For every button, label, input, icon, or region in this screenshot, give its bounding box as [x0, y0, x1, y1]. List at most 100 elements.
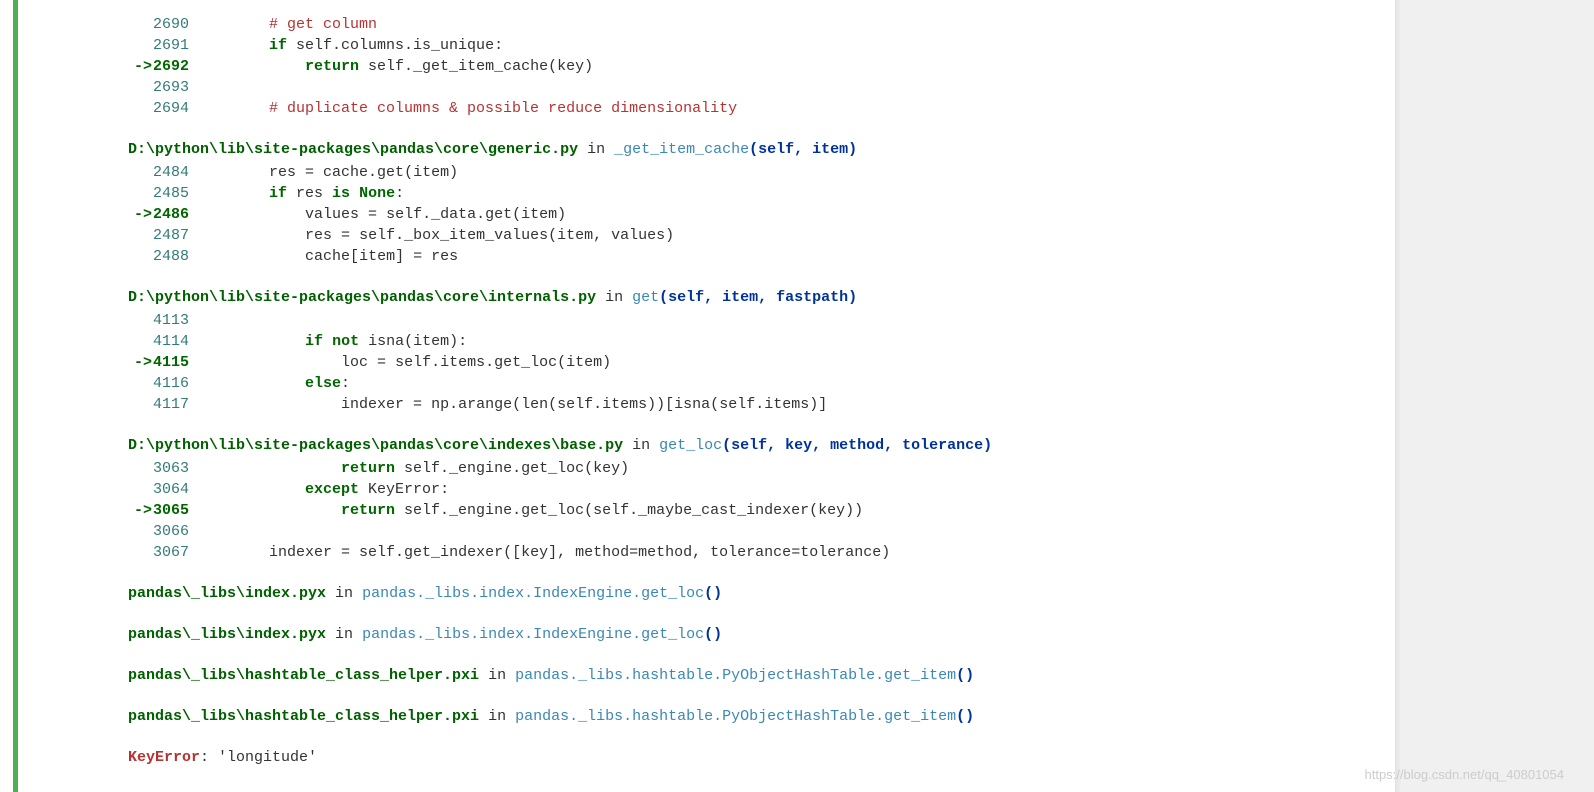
- code-text: if res is None:: [197, 183, 1375, 204]
- arrow-indicator: [128, 77, 152, 98]
- code-text: res = cache.get(item): [197, 162, 1375, 183]
- arrow-indicator: [128, 542, 152, 563]
- code-text: [197, 521, 1375, 542]
- code-text: res = self._box_item_values(item, values…: [197, 225, 1375, 246]
- in-word: in: [479, 667, 515, 684]
- code-line: 3063 return self._engine.get_loc(key): [128, 458, 1375, 479]
- in-word: in: [578, 141, 614, 158]
- arrow-indicator: [128, 35, 152, 56]
- frame-path: pandas\_libs\index.pyx: [128, 585, 326, 602]
- code-line: 2488 cache[item] = res: [128, 246, 1375, 267]
- code-text: except KeyError:: [197, 479, 1375, 500]
- frame-args: (): [956, 708, 974, 725]
- simple-frame: pandas\_libs\index.pyx in pandas._libs.i…: [128, 624, 1375, 645]
- in-word: in: [326, 585, 362, 602]
- line-number: 2693: [152, 77, 197, 98]
- frame-path: D:\python\lib\site-packages\pandas\core\…: [128, 289, 596, 306]
- code-text: if not isna(item):: [197, 331, 1375, 352]
- code-line: 2690 # get column: [128, 14, 1375, 35]
- arrow-indicator: [128, 394, 152, 415]
- in-word: in: [623, 437, 659, 454]
- line-number: 4117: [152, 394, 197, 415]
- line-number: 3063: [152, 458, 197, 479]
- line-number: 2691: [152, 35, 197, 56]
- code-line: 3064 except KeyError:: [128, 479, 1375, 500]
- code-text: return self._get_item_cache(key): [197, 56, 1375, 77]
- code-text: return self._engine.get_loc(key): [197, 458, 1375, 479]
- frame-function[interactable]: pandas._libs.index.IndexEngine.get_loc: [362, 585, 704, 602]
- line-number: 4115: [152, 352, 197, 373]
- code-text: cache[item] = res: [197, 246, 1375, 267]
- frame-function[interactable]: _get_item_cache: [614, 141, 749, 158]
- arrow-indicator: [128, 521, 152, 542]
- frame-args: (): [704, 626, 722, 643]
- arrow-indicator: ->: [128, 352, 152, 373]
- frame-function[interactable]: pandas._libs.hashtable.PyObjectHashTable…: [515, 708, 956, 725]
- in-word: in: [596, 289, 632, 306]
- code-line: 2694 # duplicate columns & possible redu…: [128, 98, 1375, 119]
- code-line: 3067 indexer = self.get_indexer([key], m…: [128, 542, 1375, 563]
- arrow-indicator: ->: [128, 56, 152, 77]
- code-text: indexer = np.arange(len(self.items))[isn…: [197, 394, 1375, 415]
- simple-frame: pandas\_libs\index.pyx in pandas._libs.i…: [128, 583, 1375, 604]
- arrow-indicator: [128, 162, 152, 183]
- code-line: ->3065 return self._engine.get_loc(self.…: [128, 500, 1375, 521]
- frame-args: (): [704, 585, 722, 602]
- line-number: 2690: [152, 14, 197, 35]
- line-number: 3065: [152, 500, 197, 521]
- line-number: 3064: [152, 479, 197, 500]
- line-number: 2692: [152, 56, 197, 77]
- arrow-indicator: [128, 479, 152, 500]
- code-line: 4114 if not isna(item):: [128, 331, 1375, 352]
- frame-function[interactable]: pandas._libs.index.IndexEngine.get_loc: [362, 626, 704, 643]
- error-name: KeyError: [128, 749, 200, 766]
- code-line: ->2486 values = self._data.get(item): [128, 204, 1375, 225]
- frame-path: D:\python\lib\site-packages\pandas\core\…: [128, 437, 623, 454]
- code-text: loc = self.items.get_loc(item): [197, 352, 1375, 373]
- line-number: 2488: [152, 246, 197, 267]
- arrow-indicator: [128, 246, 152, 267]
- code-text: else:: [197, 373, 1375, 394]
- line-number: 4114: [152, 331, 197, 352]
- code-text: [197, 77, 1375, 98]
- error-line: KeyError: 'longitude': [128, 747, 1375, 768]
- code-text: if self.columns.is_unique:: [197, 35, 1375, 56]
- code-line: 3066: [128, 521, 1375, 542]
- error-message: 'longitude': [218, 749, 317, 766]
- arrow-indicator: [128, 331, 152, 352]
- frame-function[interactable]: get: [632, 289, 659, 306]
- line-number: 2694: [152, 98, 197, 119]
- frame-args: (self, key, method, tolerance): [722, 437, 992, 454]
- arrow-indicator: [128, 98, 152, 119]
- code-line: 2487 res = self._box_item_values(item, v…: [128, 225, 1375, 246]
- frame-path: pandas\_libs\hashtable_class_helper.pxi: [128, 667, 479, 684]
- code-line: 4117 indexer = np.arange(len(self.items)…: [128, 394, 1375, 415]
- code-text: # duplicate columns & possible reduce di…: [197, 98, 1375, 119]
- traceback-container: 2690 # get column2691 if self.columns.is…: [0, 0, 1395, 792]
- simple-frame: pandas\_libs\hashtable_class_helper.pxi …: [128, 665, 1375, 686]
- code-text: values = self._data.get(item): [197, 204, 1375, 225]
- frame-function[interactable]: pandas._libs.hashtable.PyObjectHashTable…: [515, 667, 956, 684]
- code-text: indexer = self.get_indexer([key], method…: [197, 542, 1375, 563]
- frame-path: D:\python\lib\site-packages\pandas\core\…: [128, 141, 578, 158]
- frame-header: D:\python\lib\site-packages\pandas\core\…: [128, 435, 1375, 456]
- code-line: 2693: [128, 77, 1375, 98]
- frame-function[interactable]: get_loc: [659, 437, 722, 454]
- code-line: 4113: [128, 310, 1375, 331]
- line-number: 3066: [152, 521, 197, 542]
- traceback-content: 2690 # get column2691 if self.columns.is…: [0, 0, 1395, 768]
- code-line: 4116 else:: [128, 373, 1375, 394]
- line-number: 2485: [152, 183, 197, 204]
- simple-frame: pandas\_libs\hashtable_class_helper.pxi …: [128, 706, 1375, 727]
- arrow-indicator: [128, 225, 152, 246]
- arrow-indicator: [128, 310, 152, 331]
- arrow-indicator: [128, 183, 152, 204]
- line-number: 2484: [152, 162, 197, 183]
- frame-path: pandas\_libs\hashtable_class_helper.pxi: [128, 708, 479, 725]
- arrow-indicator: [128, 14, 152, 35]
- frame-header: D:\python\lib\site-packages\pandas\core\…: [128, 139, 1375, 160]
- arrow-indicator: [128, 458, 152, 479]
- line-number: 3067: [152, 542, 197, 563]
- output-indicator-bar: [13, 0, 18, 792]
- code-text: # get column: [197, 14, 1375, 35]
